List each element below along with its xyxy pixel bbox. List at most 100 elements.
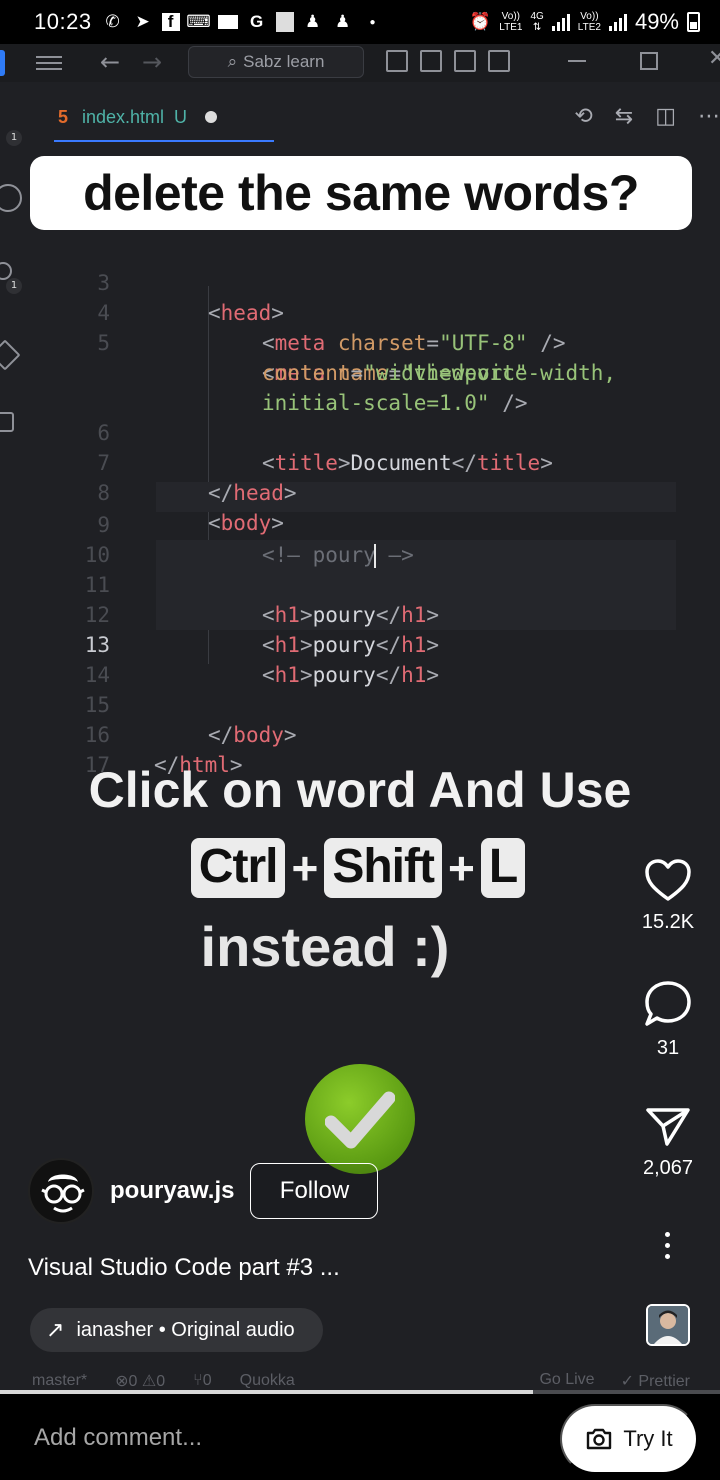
camera-icon — [587, 1428, 612, 1450]
forward-arrow-icon: → — [142, 48, 163, 76]
telegram-icon: ➤ — [135, 12, 150, 31]
tab-actions: ⟲ ⇆ ◫ ⋯ — [574, 104, 720, 129]
layout-sidebar-icon — [386, 50, 408, 72]
instruction-line-1: Click on word And Use — [88, 762, 632, 818]
timeline-icon: ⟲ — [574, 104, 593, 129]
ports-status: ⑂0 — [193, 1372, 212, 1389]
data-arrows-icon: ⇅ — [532, 22, 542, 33]
google-icon: G — [249, 12, 264, 31]
battery-icon — [687, 12, 700, 32]
code-line: 7 </head> — [0, 418, 720, 505]
code-line: 17 — [0, 720, 720, 777]
layout-panel-icon — [420, 50, 442, 72]
paytm-icon — [217, 15, 238, 29]
layout-customize-icon — [488, 50, 510, 72]
golive-status: Go Live — [539, 1371, 595, 1388]
code-line: initial-scale=1.0" /> — [262, 391, 528, 415]
reel-description[interactable]: Visual Studio Code part #3 ... — [28, 1254, 340, 1282]
code-line: 8 <body> — [0, 448, 720, 535]
share-icon[interactable] — [645, 1106, 691, 1148]
code-line: 9 <!— poury —> — [0, 480, 720, 568]
audio-pill[interactable]: ↗ ianasher • Original audio — [30, 1308, 323, 1352]
layout-secondary-icon — [454, 50, 476, 72]
tab-status: U — [174, 106, 188, 127]
share-action[interactable]: 2,067 — [626, 1106, 710, 1180]
back-arrow-icon: ← — [100, 48, 121, 76]
code-line: 13 <h1>poury</h1> — [0, 600, 720, 687]
network-type-label: 4G — [530, 11, 544, 22]
network-1-label: Vo)) — [501, 11, 521, 22]
key-l: L — [480, 838, 526, 898]
split-editor-icon: ◫ — [655, 104, 676, 129]
try-it-label: Try It — [623, 1426, 673, 1451]
close-icon: ✕ — [708, 46, 720, 71]
code-line: 16 </html> — [0, 690, 720, 777]
bottom-bar: Add comment... Try It — [0, 1394, 720, 1480]
shortcut-keys: Ctrl + Shift + L — [0, 836, 720, 900]
person-icon-2: ♟ — [334, 12, 351, 31]
statusline-right: Go Live ✓ Prettier — [539, 1371, 720, 1391]
layout-controls — [386, 50, 510, 72]
dot-icon: ● — [369, 16, 376, 28]
author-row: pouryaw.js Follow — [28, 1158, 379, 1224]
problems-status: ⊗0 ⚠0 — [115, 1373, 166, 1390]
facebook-icon: f — [161, 12, 180, 31]
signal-bars-icon-2 — [608, 13, 627, 31]
code-line: 10 — [0, 510, 720, 567]
code-line: 5 <meta name="viewport" — [0, 298, 720, 385]
like-action[interactable]: 15.2K — [626, 858, 710, 934]
code-line: 4 <meta charset="UTF-8" /> — [0, 268, 720, 355]
command-center: ⌕ Sabz learn — [188, 46, 364, 78]
editor-tabs: 5 index.html U ⟲ ⇆ ◫ ⋯ — [24, 94, 720, 142]
command-center-text: Sabz learn — [243, 52, 325, 71]
vscode-titlebar: ← → ⌕ Sabz learn ✕ — [0, 44, 720, 82]
network-2-label: Vo)) — [580, 11, 599, 22]
search-icon: ⌕ — [227, 52, 238, 71]
network-2-sub: LTE2 — [577, 22, 601, 33]
explorer-badge: 1 — [6, 130, 22, 146]
menu-icon — [36, 52, 62, 72]
heart-icon[interactable] — [644, 858, 692, 902]
battery-percent: 49% — [634, 9, 679, 34]
comment-action[interactable]: 31 — [626, 980, 710, 1060]
code-line: content="width=device-width, — [262, 361, 617, 385]
key-shift: Shift — [324, 838, 442, 898]
comment-count: 31 — [656, 1037, 680, 1059]
code-line: 15 </body> — [0, 660, 720, 747]
follow-button[interactable]: Follow — [250, 1163, 379, 1219]
audio-label: ianasher • Original audio — [76, 1318, 295, 1341]
app-icon — [275, 12, 294, 32]
code-line: 14 — [0, 630, 720, 687]
alarm-icon: ⏰ — [469, 12, 491, 31]
try-it-button[interactable]: Try It — [560, 1404, 698, 1474]
avatar-glasses-icon — [41, 1174, 85, 1213]
comment-icon[interactable] — [643, 980, 693, 1028]
caption-question: delete the same words? — [30, 156, 692, 230]
instruction-line-3: instead :) — [200, 915, 450, 978]
minimize-icon — [568, 60, 586, 62]
like-count: 15.2K — [641, 911, 695, 933]
quokka-status: Quokka — [239, 1372, 295, 1389]
status-time: 10:23 — [34, 9, 92, 34]
more-options-icon[interactable] — [660, 1232, 674, 1266]
comment-input[interactable]: Add comment... — [34, 1424, 202, 1452]
person-icon: ♟ — [304, 12, 321, 31]
key-ctrl: Ctrl — [190, 838, 286, 898]
signal-bars-icon — [551, 13, 570, 31]
trend-arrow-icon: ↗ — [46, 1317, 65, 1342]
compare-icon: ⇆ — [614, 104, 634, 129]
search-activity-icon — [0, 184, 22, 212]
vscode-accent — [0, 50, 5, 76]
code-line: 12 <h1>poury</h1> — [0, 570, 720, 657]
avatar[interactable] — [28, 1158, 94, 1224]
whatsapp-icon: ✆ — [105, 12, 120, 31]
branch-status: master* — [32, 1372, 88, 1389]
notification-icons: ✆ ➤ f ⌨ G ♟ ♟ ● — [102, 11, 384, 33]
code-line: 3 <head> — [0, 238, 720, 325]
audio-cover-image — [648, 1306, 688, 1344]
plus-sign: + — [291, 842, 319, 894]
author-username[interactable]: pouryaw.js — [110, 1177, 234, 1205]
audio-thumbnail[interactable] — [646, 1304, 690, 1346]
code-line: 11 <h1>poury</h1> — [0, 540, 720, 627]
share-count: 2,067 — [642, 1157, 694, 1179]
